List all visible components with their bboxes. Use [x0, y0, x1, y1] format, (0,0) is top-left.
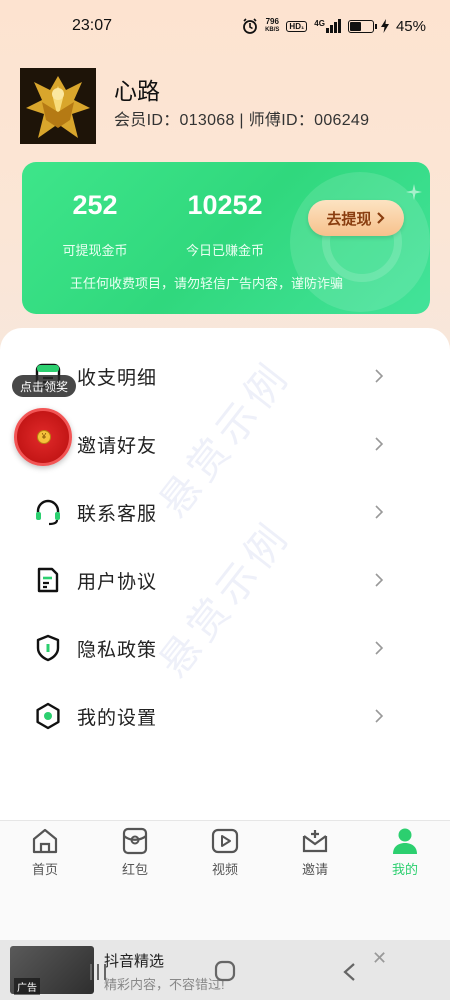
nav-tab-red-packet[interactable]: 红包	[90, 821, 180, 881]
invite-nav-icon	[302, 830, 328, 853]
chevron-right-icon	[375, 641, 384, 655]
avatar-image	[20, 68, 96, 144]
sparkle-icon	[406, 184, 422, 200]
menu-item-settings[interactable]: 我的设置	[0, 685, 450, 747]
menu-item-label: 我的设置	[77, 707, 158, 729]
red-packet-icon	[122, 827, 148, 855]
headset-icon	[36, 499, 60, 526]
nav-tab-profile[interactable]: 我的	[360, 821, 450, 881]
alarm-icon	[243, 18, 257, 34]
menu-item-label: 用户协议	[77, 571, 158, 593]
profile-icon	[393, 828, 417, 854]
reward-tooltip: 点击领奖	[12, 375, 77, 397]
menu-item-label: 收支明细	[77, 367, 158, 389]
bottom-nav: 首页 红包 视频 邀请 我的	[0, 820, 450, 940]
signal-icon: 4G	[314, 19, 341, 33]
user-ids: 会员ID：013068 | 师傅ID：006249	[114, 112, 370, 129]
fraud-notice: 王任何收费项目，请勿轻信广告内容，谨防诈骗	[70, 276, 344, 291]
nav-tab-invite[interactable]: 邀请	[270, 821, 360, 881]
nav-tab-video[interactable]: 视频	[180, 821, 270, 881]
shield-icon	[36, 634, 60, 662]
withdrawable-coins-value: 252	[72, 190, 118, 220]
withdraw-button-label: 去提现	[326, 210, 372, 228]
battery-icon	[347, 19, 377, 33]
nav-label: 首页	[31, 862, 58, 877]
chevron-right-icon	[375, 437, 384, 451]
home-button-icon[interactable]	[214, 960, 236, 982]
menu-item-customer-service[interactable]: 联系客服	[0, 481, 450, 543]
nav-tab-home[interactable]: 首页	[0, 821, 90, 881]
document-icon	[37, 567, 59, 593]
chevron-right-icon	[375, 505, 384, 519]
today-earned-value: 10252	[187, 190, 263, 220]
chevron-right-icon	[375, 573, 384, 587]
chevron-right-icon	[375, 709, 384, 723]
menu-item-label: 邀请好友	[77, 435, 158, 457]
nav-label: 视频	[211, 862, 238, 877]
nav-label: 邀请	[301, 862, 328, 877]
video-icon	[211, 828, 239, 854]
hd-icon: HD₁	[286, 20, 308, 32]
menu-item-label: 隐私政策	[77, 639, 158, 661]
avatar[interactable]	[20, 68, 96, 144]
user-name: 心路	[114, 78, 160, 104]
nav-label: 我的	[391, 862, 418, 877]
withdrawable-coins-label: 可提现金币	[62, 243, 128, 258]
withdraw-button[interactable]: 去提现	[308, 200, 404, 236]
chevron-right-icon	[375, 369, 384, 383]
chevron-right-icon	[376, 212, 385, 224]
status-icons: 796 KB/S HD₁ 4G 45%	[242, 18, 426, 35]
recent-apps-icon[interactable]	[88, 962, 110, 982]
today-earned-label: 今日已赚金币	[185, 243, 264, 258]
menu-panel: 悬赏示例 悬赏示例 收支明细 邀请好友 联系客服 用户协议 隐私政策 我的设置	[0, 328, 450, 820]
status-time: 23:07	[72, 17, 113, 34]
menu-item-label: 联系客服	[77, 503, 158, 525]
home-icon	[32, 828, 58, 854]
settings-icon	[36, 702, 60, 730]
battery-percent: 45%	[395, 17, 426, 35]
coin-icon: ¥	[37, 430, 51, 444]
charging-icon	[380, 19, 389, 33]
status-bar: 23:07 796 KB/S HD₁ 4G 45%	[0, 0, 450, 52]
network-speed: 796 KB/S	[265, 17, 280, 34]
menu-item-privacy-policy[interactable]: 隐私政策	[0, 617, 450, 679]
red-packet-reward-button[interactable]: ¥	[14, 408, 72, 466]
system-nav-bar	[0, 952, 450, 992]
nav-label: 红包	[121, 862, 148, 877]
coin-card: 252 可提现金币 10252 今日已赚金币 去提现 王任何收费项目，请勿轻信广…	[22, 162, 430, 314]
menu-item-user-agreement[interactable]: 用户协议	[0, 549, 450, 611]
back-icon[interactable]	[340, 962, 360, 982]
